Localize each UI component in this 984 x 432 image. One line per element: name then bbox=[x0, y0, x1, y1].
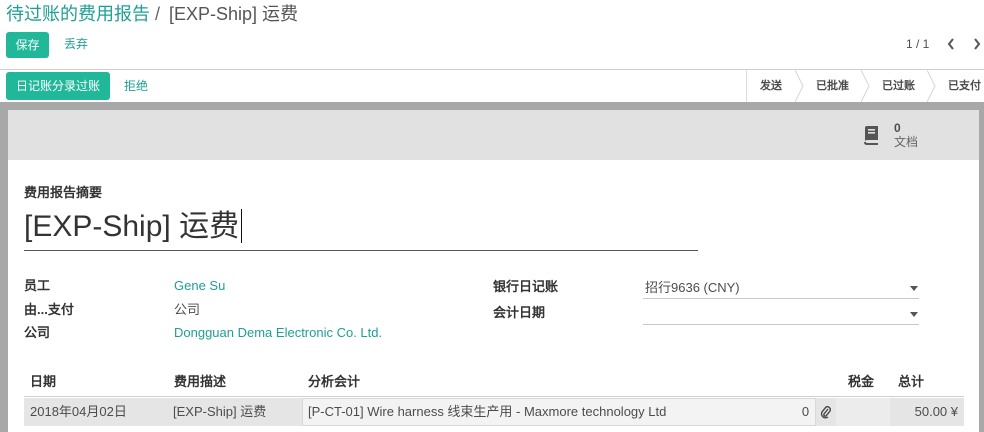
text-cursor bbox=[241, 209, 243, 243]
company-label: 公司 bbox=[24, 325, 51, 340]
status-arrow-icon bbox=[926, 69, 936, 103]
documents-count: 0 bbox=[894, 121, 901, 135]
cell-attachment-count: 0 bbox=[796, 398, 816, 426]
chevron-down-icon bbox=[910, 286, 918, 291]
status-arrow-icon bbox=[860, 69, 870, 103]
post-journal-entries-button[interactable]: 日记账分录过账 bbox=[6, 72, 110, 100]
discard-button[interactable]: 丢弃 bbox=[64, 36, 88, 52]
statusbar: 发送 已批准 已过账 已支付 bbox=[746, 69, 984, 103]
table-header bbox=[24, 371, 964, 397]
cell-date[interactable]: 2018年04月02日 bbox=[24, 398, 168, 426]
column-header-date[interactable]: 日期 bbox=[30, 371, 56, 393]
column-header-tax[interactable]: 税金 bbox=[848, 371, 874, 393]
report-summary-label: 费用报告摘要 bbox=[24, 185, 103, 200]
column-header-description[interactable]: 费用描述 bbox=[174, 371, 226, 393]
documents-smart-button[interactable]: 0 文档 bbox=[852, 112, 932, 158]
paid-by-value: 公司 bbox=[174, 302, 201, 317]
breadcrumb-separator: / bbox=[155, 4, 161, 24]
breadcrumb: 待过账的费用报告 / [EXP-Ship] 运费 bbox=[6, 2, 298, 26]
chevron-down-icon bbox=[910, 312, 918, 317]
breadcrumb-parent-link[interactable]: 待过账的费用报告 bbox=[6, 2, 150, 26]
status-arrow-icon bbox=[794, 69, 804, 103]
accounting-date-select[interactable] bbox=[643, 304, 919, 325]
status-paid[interactable]: 已支付 bbox=[948, 70, 981, 102]
documents-label: 文档 bbox=[894, 135, 919, 149]
column-header-analytic-account[interactable]: 分析会计 bbox=[308, 371, 360, 393]
employee-label: 员工 bbox=[24, 278, 51, 293]
cell-description[interactable]: [EXP-Ship] 运费 bbox=[168, 398, 302, 426]
refuse-button[interactable]: 拒绝 bbox=[124, 78, 148, 94]
paperclip-icon[interactable] bbox=[816, 398, 836, 426]
employee-value[interactable]: Gene Su bbox=[174, 277, 225, 295]
bank-journal-value: 招行9636 (CNY) bbox=[645, 280, 740, 295]
book-icon bbox=[860, 124, 882, 146]
column-header-total[interactable]: 总计 bbox=[898, 371, 924, 393]
company-value[interactable]: Dongguan Dema Electronic Co. Ltd. bbox=[174, 324, 382, 342]
cell-analytic-account[interactable]: [P-CT-01] Wire harness 线束生产用 - Maxmore t… bbox=[302, 398, 796, 426]
status-approved[interactable]: 已批准 bbox=[816, 70, 849, 102]
status-submitted[interactable]: 发送 bbox=[760, 70, 782, 102]
expense-report-form-view: 待过账的费用报告 / [EXP-Ship] 运费 保存 丢弃 1 / 1 日记账… bbox=[0, 0, 984, 432]
pager-value[interactable]: 1 / 1 bbox=[906, 36, 929, 52]
bank-journal-label: 银行日记账 bbox=[493, 279, 559, 294]
paid-by-label: 由...支付 bbox=[24, 302, 74, 317]
button-box bbox=[8, 110, 979, 160]
cell-tax[interactable] bbox=[836, 398, 890, 426]
cell-total[interactable]: 50.00 ¥ bbox=[890, 398, 964, 426]
bank-journal-select[interactable]: 招行9636 (CNY) bbox=[643, 278, 919, 299]
breadcrumb-current: [EXP-Ship] 运费 bbox=[169, 4, 299, 24]
chevron-right-icon[interactable] bbox=[972, 37, 982, 51]
chevron-left-icon[interactable] bbox=[946, 37, 956, 51]
accounting-date-label: 会计日期 bbox=[493, 305, 546, 320]
save-button[interactable]: 保存 bbox=[6, 32, 49, 58]
status-posted[interactable]: 已过账 bbox=[882, 70, 915, 102]
report-title-input[interactable]: [EXP-Ship] 运费 bbox=[24, 207, 698, 251]
report-title-value: [EXP-Ship] 运费 bbox=[24, 210, 240, 243]
